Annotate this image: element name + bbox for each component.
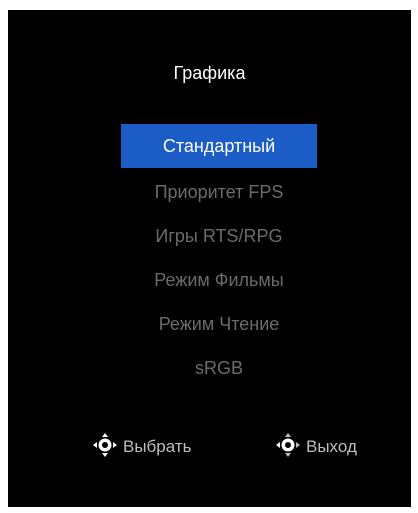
menu-item-rts-rpg[interactable]: Игры RTS/RPG <box>121 214 317 258</box>
joystick-select-icon <box>91 431 123 464</box>
joystick-exit-icon <box>274 431 306 464</box>
menu-item-reading-mode[interactable]: Режим Чтение <box>121 302 317 346</box>
osd-panel: Графика Стандартный Приоритет FPS Игры R… <box>8 10 411 507</box>
hint-select-label: Выбрать <box>123 437 192 456</box>
menu-item-srgb[interactable]: sRGB <box>121 346 317 390</box>
menu-item-standard[interactable]: Стандартный <box>121 124 317 168</box>
osd-title: Графика <box>173 63 246 83</box>
hint-exit: Выход <box>274 432 357 462</box>
hint-exit-label: Выход <box>306 437 357 456</box>
menu-item-movie-mode[interactable]: Режим Фильмы <box>121 258 317 302</box>
hint-select: Выбрать <box>91 432 191 462</box>
menu-item-fps-priority[interactable]: Приоритет FPS <box>121 170 317 214</box>
